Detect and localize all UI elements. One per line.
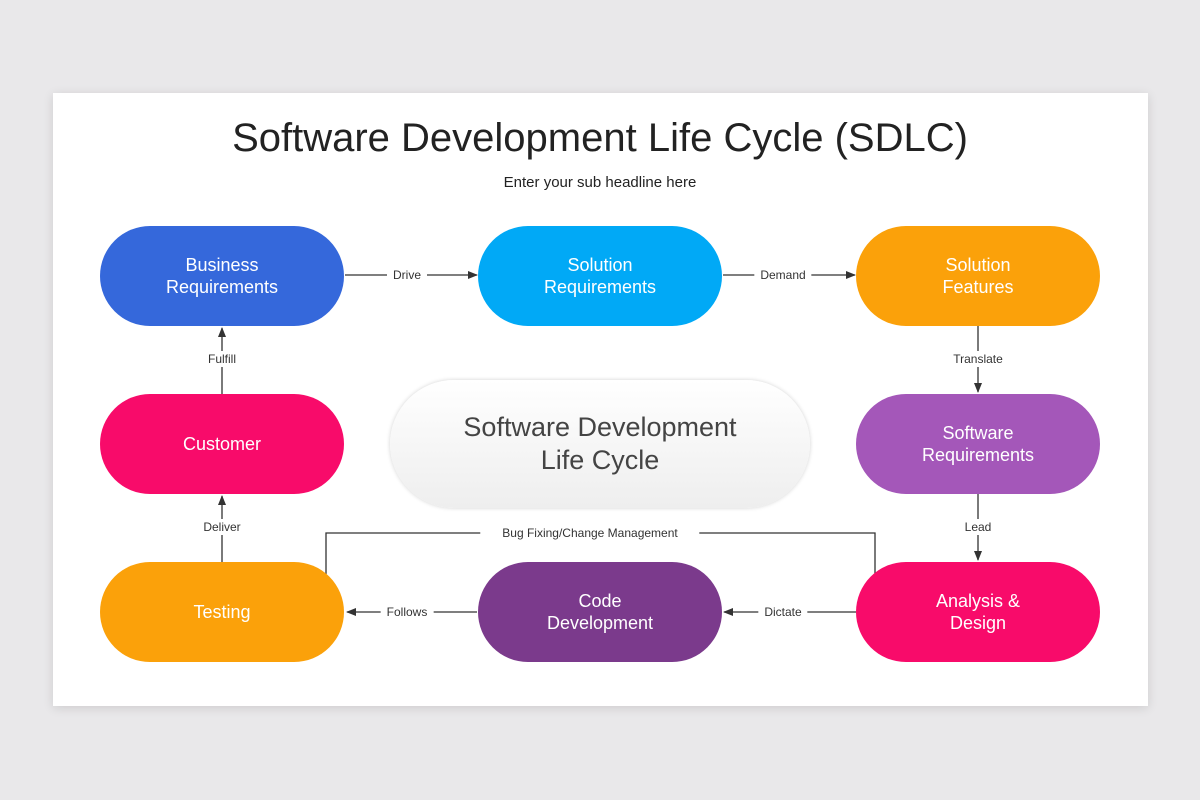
edge-label-fulfill: Fulfill xyxy=(201,351,243,367)
node-solution-features: Solution Features xyxy=(856,226,1100,326)
edge-label-lead: Lead xyxy=(958,519,998,535)
node-software-requirements: Software Requirements xyxy=(856,394,1100,494)
edge-label-bug-fixing: Bug Fixing/Change Management xyxy=(480,525,700,541)
node-testing: Testing xyxy=(100,562,344,662)
node-customer: Customer xyxy=(100,394,344,494)
edge-label-dictate: Dictate xyxy=(758,604,808,620)
edge-label-drive: Drive xyxy=(386,267,428,283)
edge-label-translate: Translate xyxy=(947,351,1009,367)
node-code-development: Code Development xyxy=(478,562,722,662)
center-label: Software Development Life Cycle xyxy=(390,380,810,508)
edge-label-demand: Demand xyxy=(754,267,812,283)
edge-label-deliver: Deliver xyxy=(197,519,247,535)
node-solution-requirements: Solution Requirements xyxy=(478,226,722,326)
edge-label-follows: Follows xyxy=(380,604,434,620)
node-analysis-design: Analysis & Design xyxy=(856,562,1100,662)
page-title: Software Development Life Cycle (SDLC) xyxy=(232,116,968,160)
node-business-requirements: Business Requirements xyxy=(100,226,344,326)
page-subtitle: Enter your sub headline here xyxy=(503,174,697,191)
